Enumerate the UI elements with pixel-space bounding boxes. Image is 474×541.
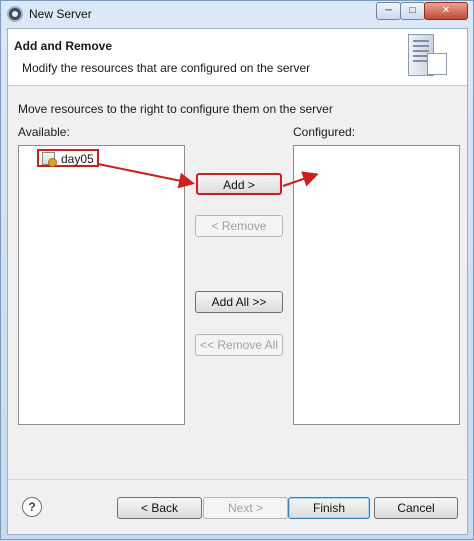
add-button[interactable]: Add > xyxy=(196,173,282,195)
dialog-client-area: Add and Remove Modify the resources that… xyxy=(7,28,468,535)
maximize-button[interactable]: □ xyxy=(400,2,425,20)
wizard-header: Add and Remove Modify the resources that… xyxy=(8,29,467,86)
tree-item-label: day05 xyxy=(61,152,94,166)
close-button[interactable]: ✕ xyxy=(424,2,468,20)
minimize-button[interactable]: ─ xyxy=(376,2,401,20)
web-project-icon xyxy=(42,152,57,167)
help-icon[interactable]: ? xyxy=(22,497,42,517)
window-title: New Server xyxy=(29,7,92,21)
next-button[interactable]: Next > xyxy=(203,497,288,519)
page-title: Add and Remove xyxy=(14,39,113,53)
cancel-button[interactable]: Cancel xyxy=(374,497,458,519)
title-bar: New Server ─ □ ✕ xyxy=(1,1,473,27)
add-all-button[interactable]: Add All >> xyxy=(195,291,283,313)
instructions-text: Move resources to the right to configure… xyxy=(18,102,333,116)
footer-divider xyxy=(8,479,467,480)
configured-list[interactable] xyxy=(293,145,460,425)
finish-button[interactable]: Finish xyxy=(288,497,370,519)
server-banner-icon xyxy=(408,34,447,76)
remove-button[interactable]: < Remove xyxy=(195,215,283,237)
available-label: Available: xyxy=(18,125,70,139)
remove-all-button[interactable]: << Remove All xyxy=(195,334,283,356)
new-server-dialog: New Server ─ □ ✕ Add and Remove Modify t… xyxy=(0,0,474,540)
page-description: Modify the resources that are configured… xyxy=(22,61,311,75)
back-button[interactable]: < Back xyxy=(117,497,202,519)
tree-item-day05[interactable]: day05 xyxy=(37,149,99,167)
configured-label: Configured: xyxy=(293,125,356,139)
available-list[interactable]: day05 xyxy=(18,145,185,425)
eclipse-app-icon xyxy=(7,6,23,22)
